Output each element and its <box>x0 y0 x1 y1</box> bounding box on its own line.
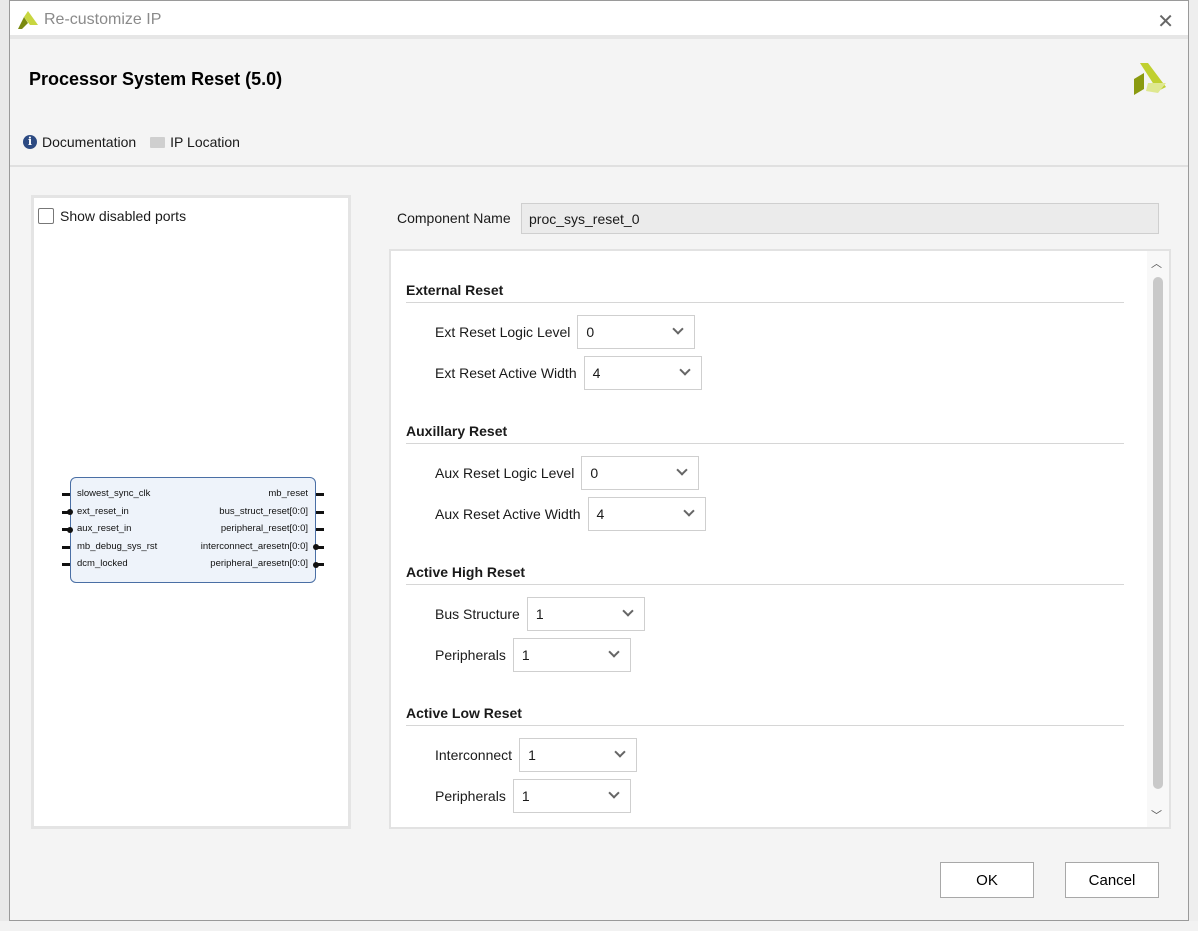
field-row: Interconnect 1 <box>435 738 1124 772</box>
port-label: slowest_sync_clk <box>77 488 151 499</box>
window-title: Re-customize IP <box>44 11 162 28</box>
field-label: Interconnect <box>435 747 513 763</box>
port-pin <box>316 528 324 531</box>
port-label: aux_reset_in <box>77 523 132 534</box>
scrollbar-thumb[interactable] <box>1153 277 1163 789</box>
dropdown-select[interactable]: 1 <box>512 638 631 672</box>
checkbox-box[interactable] <box>38 208 54 224</box>
dropdown-value: 0 <box>590 465 599 481</box>
ip-symbol-block: slowest_sync_clk ext_reset_in aux_reset_in… <box>62 477 324 583</box>
component-name-field[interactable]: proc_sys_reset_0 <box>521 203 1159 234</box>
port-pin <box>316 510 324 514</box>
title-bar: Re-customize IP ✕ <box>10 1 1188 39</box>
field-label: Peripherals <box>435 647 506 663</box>
field-row: Aux Reset Logic Level 0 <box>435 456 1124 490</box>
background-window <box>0 0 9 931</box>
inverted-port-bubble <box>67 509 73 515</box>
section-title: External Reset <box>406 282 1124 303</box>
port-pin <box>316 493 324 496</box>
inverted-port-bubble <box>313 561 319 568</box>
port-label: mb_reset <box>268 488 308 499</box>
port-label: peripheral_aresetn[0:0] <box>210 558 308 569</box>
section-title: Active Low Reset <box>406 705 1124 726</box>
inverted-port-bubble <box>313 544 319 550</box>
chevron-down-icon <box>682 505 695 517</box>
folder-icon <box>150 136 166 148</box>
port-pin <box>62 493 70 496</box>
dropdown-value: 1 <box>521 647 530 663</box>
ip-location-link[interactable]: IP Location <box>150 134 240 150</box>
port-pin <box>62 545 70 549</box>
documentation-label: Documentation <box>42 134 137 150</box>
dropdown-select[interactable]: 4 <box>587 497 706 531</box>
dropdown-value: 4 <box>596 506 605 522</box>
field-label: Peripherals <box>435 788 506 804</box>
info-icon: i <box>23 135 37 149</box>
dropdown-value: 0 <box>586 324 595 340</box>
dropdown-value: 1 <box>528 747 536 763</box>
section-auxillary-reset: Auxillary Reset Aux Reset Logic Level 0 Aux… <box>406 423 1124 531</box>
field-row: Peripherals 1 <box>435 779 1124 813</box>
scroll-down-icon[interactable]: ﹀ <box>1151 807 1162 823</box>
chevron-down-icon <box>676 464 688 476</box>
field-label: Bus Structure <box>435 606 520 622</box>
symbol-panel: Show disabled ports slowest_sync_clk ext_… <box>31 195 351 829</box>
section-external-reset: External Reset Ext Reset Logic Level 0 Ext … <box>406 282 1124 390</box>
xilinx-logo-icon <box>1134 63 1166 95</box>
field-row: Bus Structure 1 <box>435 597 1124 631</box>
vertical-scrollbar[interactable]: ︿ ﹀ <box>1147 251 1169 827</box>
port-label: dcm_locked <box>77 558 128 569</box>
field-row: Aux Reset Active Width 4 <box>435 497 1124 531</box>
field-row: Ext Reset Active Width 4 <box>435 356 1124 390</box>
xilinx-logo-icon <box>18 11 38 29</box>
chevron-down-icon <box>672 323 685 335</box>
documentation-link[interactable]: i Documentation <box>23 134 136 150</box>
show-disabled-ports-label: Show disabled ports <box>60 208 187 224</box>
recustomize-ip-dialog: Re-customize IP ✕ Processor System Reset… <box>9 0 1189 921</box>
chevron-down-icon <box>614 746 626 758</box>
port-label: peripheral_reset[0:0] <box>220 523 308 534</box>
field-row: Ext Reset Logic Level 0 <box>435 315 1124 349</box>
section-active-high-reset: Active High Reset Bus Structure 1 Periphera… <box>406 564 1124 672</box>
ok-button[interactable]: OK <box>940 862 1034 898</box>
field-label: Aux Reset Active Width <box>435 506 581 522</box>
section-title: Active High Reset <box>406 564 1124 585</box>
field-label: Ext Reset Logic Level <box>435 324 571 340</box>
dropdown-select[interactable]: 1 <box>526 597 645 631</box>
chevron-down-icon <box>608 646 620 658</box>
ip-location-label: IP Location <box>170 134 240 150</box>
scroll-up-icon[interactable]: ︿ <box>1151 255 1162 271</box>
dropdown-select[interactable]: 0 <box>581 456 700 490</box>
close-icon[interactable]: ✕ <box>1157 9 1174 34</box>
section-active-low-reset: Active Low Reset Interconnect 1 Peripherals… <box>406 705 1124 813</box>
dropdown-select[interactable]: 1 <box>512 779 631 813</box>
background-window <box>1189 0 1198 931</box>
chevron-down-icon <box>622 605 634 617</box>
section-title: Auxillary Reset <box>406 423 1124 444</box>
field-row: Peripherals 1 <box>435 638 1124 672</box>
dropdown-value: 1 <box>521 788 530 804</box>
chevron-down-icon <box>678 364 691 376</box>
cancel-button[interactable]: Cancel <box>1065 862 1159 898</box>
inverted-port-bubble <box>67 526 73 533</box>
dropdown-value: 1 <box>535 606 544 622</box>
dropdown-value: 4 <box>592 365 601 381</box>
ip-title: Processor System Reset (5.0) <box>29 69 283 89</box>
show-disabled-ports-checkbox[interactable]: Show disabled ports <box>38 208 186 224</box>
background-window <box>0 921 1198 931</box>
field-label: Ext Reset Active Width <box>435 365 577 381</box>
dropdown-select[interactable]: 1 <box>519 738 638 772</box>
field-label: Aux Reset Logic Level <box>435 465 575 481</box>
port-label: mb_debug_sys_rst <box>77 540 158 552</box>
divider <box>10 165 1188 167</box>
chevron-down-icon <box>608 787 620 799</box>
parameters-panel: ︿ ﹀ External Reset Ext Reset Logic Level 0… <box>389 249 1171 829</box>
dropdown-select[interactable]: 0 <box>577 315 696 349</box>
dropdown-select[interactable]: 4 <box>583 356 702 390</box>
port-label: interconnect_aresetn[0:0] <box>200 540 308 552</box>
port-label: ext_reset_in <box>77 505 129 517</box>
component-name-label: Component Name <box>397 210 511 226</box>
port-pin <box>62 563 70 566</box>
port-label: bus_struct_reset[0:0] <box>219 505 308 517</box>
